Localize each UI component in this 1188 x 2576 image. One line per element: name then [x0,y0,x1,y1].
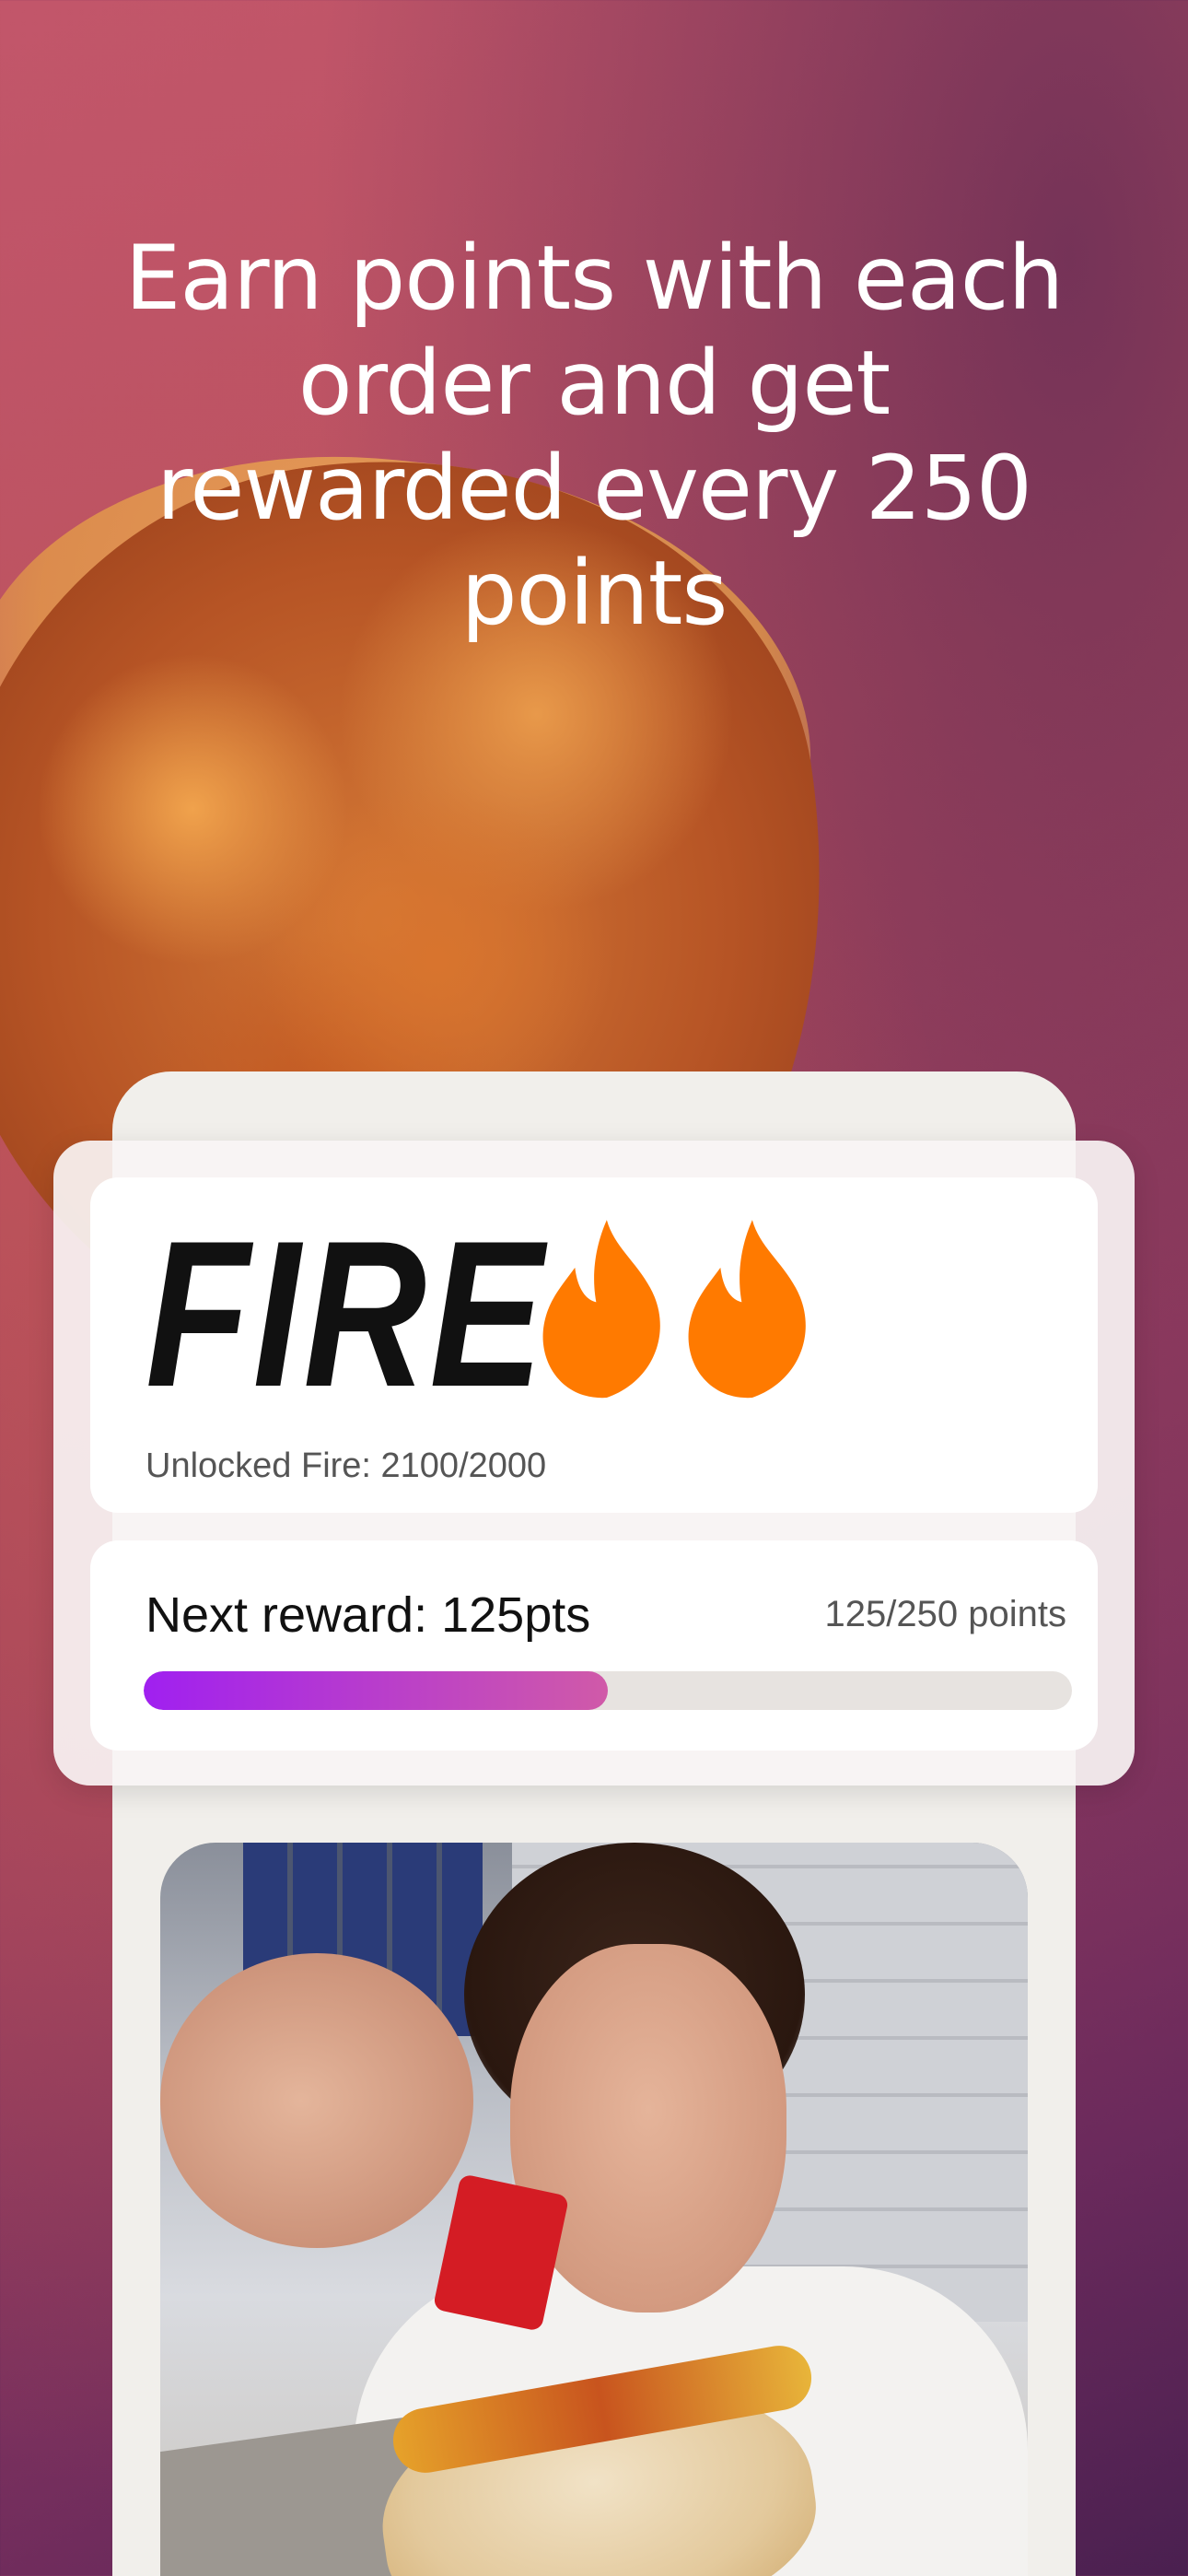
points-progress-text: 125/250 points [824,1594,1066,1634]
next-reward-card: Next reward: 125pts 125/250 points [90,1540,1098,1751]
headline: Earn points with each order and get rewa… [124,227,1065,645]
reward-progress-bar [144,1671,1072,1710]
promo-photo [160,1843,1028,2576]
tier-name: FIRE [146,1197,547,1430]
tier-card: FIRE Unlocked Fire: 2100/2000 [90,1177,1098,1513]
tier-flames [538,1220,816,1400]
next-reward-label: Next reward: 125pts [146,1587,591,1643]
flame-icon [542,1220,660,1399]
photo-person-hand [160,1953,473,2248]
unlocked-status: Unlocked Fire: 2100/2000 [146,1446,547,1485]
reward-progress-fill [144,1671,608,1710]
flame-icon [688,1220,806,1399]
